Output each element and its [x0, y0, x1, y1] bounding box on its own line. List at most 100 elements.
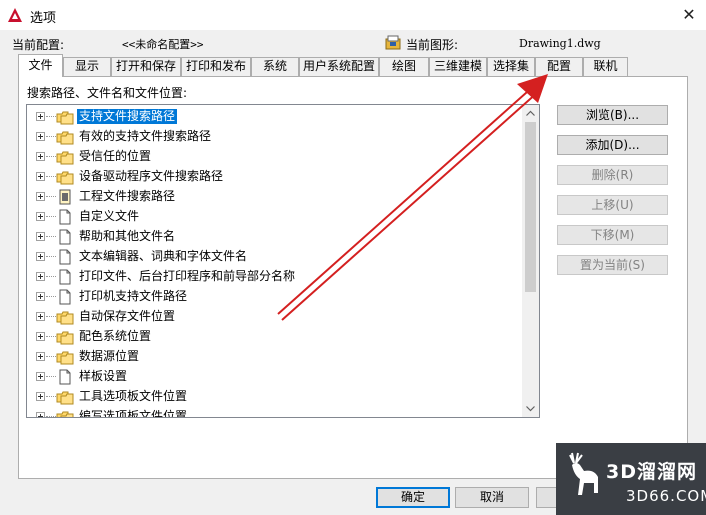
file-icon — [56, 369, 74, 385]
window-title: 选项 — [30, 11, 57, 26]
tree-item[interactable]: 帮助和其他文件名 — [27, 227, 522, 247]
tree-item-label: 自动保存文件位置 — [79, 309, 176, 323]
tree-item[interactable]: 自动保存文件位置 — [27, 307, 522, 327]
tab-files[interactable]: 文件 — [18, 54, 63, 77]
scroll-down-arrow-icon[interactable] — [522, 400, 539, 417]
file-icon — [56, 289, 74, 305]
tree-connector — [46, 116, 56, 117]
tree-item-label: 工具选项板文件位置 — [79, 389, 188, 403]
file-paths-tree[interactable]: 编写选项板文件位置 工具选项板文件位置 样板设置 数据源位置 配色系统位置 自动保存文件位… — [26, 104, 540, 418]
tree-item[interactable]: 编写选项板文件位置 — [27, 407, 522, 418]
expand-plus-icon[interactable] — [36, 232, 45, 241]
deer-logo-icon — [569, 452, 598, 495]
scroll-up-arrow-icon[interactable] — [522, 105, 539, 122]
tree-item[interactable]: 样板设置 — [27, 367, 522, 387]
tree-item-label: 设备驱动程序文件搜索路径 — [79, 169, 224, 183]
expand-plus-icon[interactable] — [36, 392, 45, 401]
current-drawing-label: 当前图形: — [406, 38, 459, 52]
tab-display[interactable]: 显示 — [63, 57, 111, 76]
expand-plus-icon[interactable] — [36, 172, 45, 181]
watermark-domain: 3D66.COM — [626, 487, 706, 505]
folders-icon — [56, 129, 74, 145]
tree-item-label: 数据源位置 — [79, 349, 140, 363]
tree-item-label: 帮助和其他文件名 — [79, 229, 176, 243]
tab-drafting[interactable]: 绘图 — [379, 57, 429, 76]
tree-connector — [46, 276, 56, 277]
expand-plus-icon[interactable] — [36, 272, 45, 281]
file-icon — [56, 229, 74, 245]
browse-button[interactable]: 浏览(B)... — [557, 105, 668, 125]
close-icon[interactable]: ✕ — [676, 3, 702, 27]
expand-plus-icon[interactable] — [36, 212, 45, 221]
expand-plus-icon[interactable] — [36, 252, 45, 261]
tree-item-label: 自定义文件 — [79, 209, 140, 223]
watermark-logo: 3D溜溜网 3D66.COM — [556, 443, 706, 515]
tree-item[interactable]: 受信任的位置 — [27, 147, 522, 167]
tab-open-save[interactable]: 打开和保存 — [111, 57, 181, 76]
tab-plot-publish[interactable]: 打印和发布 — [181, 57, 251, 76]
current-drawing-value: Drawing1.dwg — [519, 37, 601, 50]
cancel-button[interactable]: 取消 — [455, 487, 529, 508]
folders-icon — [56, 389, 74, 405]
tab-selection[interactable]: 选择集 — [487, 57, 535, 76]
tree-item[interactable]: 工具选项板文件位置 — [27, 387, 522, 407]
expand-plus-icon[interactable] — [36, 312, 45, 321]
expand-plus-icon[interactable] — [36, 152, 45, 161]
expand-plus-icon[interactable] — [36, 352, 45, 361]
tab-system[interactable]: 系统 — [251, 57, 299, 76]
autocad-logo-icon — [8, 8, 22, 22]
folders-icon — [56, 349, 74, 365]
folders-icon — [56, 309, 74, 325]
tree-item[interactable]: 数据源位置 — [27, 347, 522, 367]
ok-button[interactable]: 确定 — [376, 487, 450, 508]
title-bar: 选项 ✕ — [0, 0, 706, 30]
tree-connector — [46, 336, 56, 337]
tree-item[interactable]: 工程文件搜索路径 — [27, 187, 522, 207]
tree-connector — [46, 296, 56, 297]
set-current-button[interactable]: 置为当前(S) — [557, 255, 668, 275]
tree-item-label: 编写选项板文件位置 — [79, 409, 188, 418]
expand-plus-icon[interactable] — [36, 292, 45, 301]
tree-scrollbar[interactable] — [522, 105, 539, 417]
tree-item-label: 文本编辑器、词典和字体文件名 — [79, 249, 248, 263]
expand-plus-icon[interactable] — [36, 192, 45, 201]
tree-connector — [46, 176, 56, 177]
tree-item-label: 受信任的位置 — [79, 149, 152, 163]
tree-connector — [46, 136, 56, 137]
tree-connector — [46, 356, 56, 357]
tree-item[interactable]: 配色系统位置 — [27, 327, 522, 347]
expand-plus-icon[interactable] — [36, 332, 45, 341]
file-icon — [56, 209, 74, 225]
expand-plus-icon[interactable] — [36, 412, 45, 417]
tree-item-label: 样板设置 — [79, 369, 128, 383]
remove-button[interactable]: 删除(R) — [557, 165, 668, 185]
drawing-icon — [385, 35, 401, 50]
tree-connector — [46, 376, 56, 377]
folders-icon — [56, 149, 74, 165]
tree-connector — [46, 416, 56, 417]
tab-profiles[interactable]: 配置 — [535, 57, 583, 76]
scroll-thumb[interactable] — [525, 122, 536, 292]
tree-connector — [46, 256, 56, 257]
tree-item[interactable]: 文本编辑器、词典和字体文件名 — [27, 247, 522, 267]
tree-item[interactable]: 设备驱动程序文件搜索路径 — [27, 167, 522, 187]
tree-item[interactable]: 打印机支持文件路径 — [27, 287, 522, 307]
tree-item-label: 配色系统位置 — [79, 329, 152, 343]
tree-connector — [46, 396, 56, 397]
tree-connector — [46, 216, 56, 217]
move-down-button[interactable]: 下移(M) — [557, 225, 668, 245]
tree-item[interactable]: 打印文件、后台打印程序和前导部分名称 — [27, 267, 522, 287]
tree-item[interactable]: 有效的支持文件搜索路径 — [27, 127, 522, 147]
tree-item[interactable]: 自定义文件 — [27, 207, 522, 227]
expand-plus-icon[interactable] — [36, 112, 45, 121]
expand-plus-icon[interactable] — [36, 132, 45, 141]
tree-item[interactable]: 支持文件搜索路径 — [27, 107, 522, 127]
add-button[interactable]: 添加(D)... — [557, 135, 668, 155]
expand-plus-icon[interactable] — [36, 372, 45, 381]
tab-user-preferences[interactable]: 用户系统配置 — [299, 57, 379, 76]
move-up-button[interactable]: 上移(U) — [557, 195, 668, 215]
folders-icon — [56, 109, 74, 125]
tab-3d-modeling[interactable]: 三维建模 — [429, 57, 487, 76]
tab-online[interactable]: 联机 — [583, 57, 628, 76]
file-icon — [56, 269, 74, 285]
